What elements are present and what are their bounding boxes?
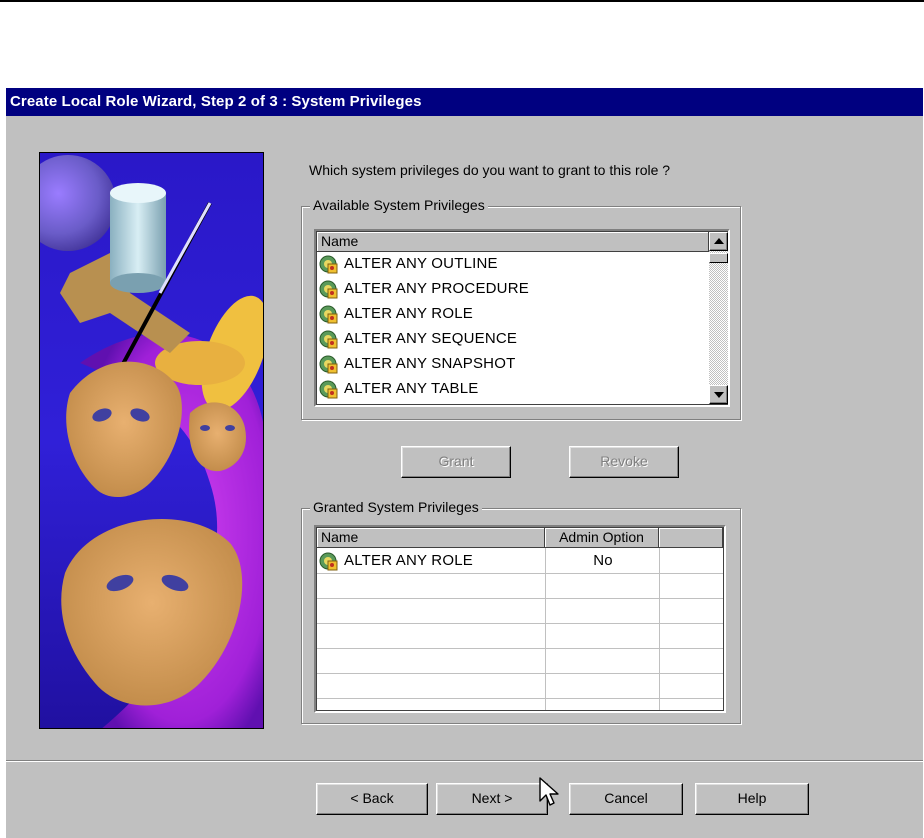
grant-button-label: Grant [438,453,474,469]
list-item[interactable]: ALTER ANY ROLE [319,301,704,326]
privilege-icon [319,255,338,274]
granted-privileges-group: Granted System Privileges Name Admin Opt… [301,499,741,724]
privilege-icon [319,552,338,571]
extra-column-header[interactable] [659,528,723,548]
revoke-button[interactable]: Revoke [569,446,679,478]
list-item-label: ALTER ANY OUTLINE [344,255,498,272]
list-item[interactable]: ALTER ANY SEQUENCE [319,326,704,351]
list-item[interactable]: ALTER ANY OUTLINE [319,251,704,276]
arrow-up-icon [714,238,724,244]
grid-line [317,573,723,574]
granted-privilege-name: ALTER ANY ROLE [344,552,473,569]
grid-line [317,623,723,624]
scroll-thumb[interactable] [709,253,728,263]
wizard-illustration-art [40,153,263,728]
list-item[interactable]: ALTER ANY TABLE [319,376,704,401]
top-rule [0,0,924,2]
next-button-label: Next > [471,790,513,806]
available-privileges-group: Available System Privileges Name ALTER A… [301,197,741,420]
list-item-label: ALTER ANY TABLE [344,380,479,397]
available-privileges-list[interactable]: Name ALTER ANY OUTLINE ALTER ANY PROCEDU… [314,229,730,407]
vertical-scrollbar[interactable] [709,232,728,404]
available-name-column-header[interactable]: Name [317,232,709,252]
grid-line [317,598,723,599]
footer-separator [6,760,923,762]
list-item-label: ALTER ANY SEQUENCE [344,330,518,347]
scroll-down-button[interactable] [709,385,728,404]
cancel-button-label: Cancel [604,790,648,806]
mouse-pointer-icon [539,777,559,806]
list-item-label: ALTER ANY ROLE [344,305,473,322]
wizard-illustration [39,152,264,729]
back-button-label: < Back [350,790,394,806]
scroll-up-button[interactable] [709,232,728,251]
arrow-down-icon [714,392,724,398]
granted-privileges-grid[interactable]: Name Admin Option ALTER ANY ROLE No [314,525,726,713]
list-item-label: ALTER ANY PROCEDURE [344,280,529,297]
cancel-button[interactable]: Cancel [569,783,683,815]
admin-option-column-header[interactable]: Admin Option [545,528,659,548]
granted-name-column-header[interactable]: Name [317,528,545,548]
next-button[interactable]: Next > [436,783,548,815]
available-privileges-label: Available System Privileges [310,197,488,213]
granted-privileges-label: Granted System Privileges [310,499,482,515]
privilege-icon [319,305,338,324]
grid-line [317,648,723,649]
table-row[interactable]: ALTER ANY ROLE No [319,548,719,573]
list-item-label: ALTER ANY SNAPSHOT [344,355,516,372]
privilege-icon [319,330,338,349]
privilege-icon [319,355,338,374]
privilege-icon [319,280,338,299]
grid-line [317,673,723,674]
back-button[interactable]: < Back [316,783,428,815]
privilege-icon [319,380,338,399]
admin-option-value[interactable]: No [546,548,660,573]
grant-button[interactable]: Grant [401,446,511,478]
list-item[interactable]: ALTER ANY SNAPSHOT [319,351,704,376]
wizard-dialog: Create Local Role Wizard, Step 2 of 3 : … [5,87,923,838]
revoke-button-label: Revoke [600,453,648,469]
help-button-label: Help [737,790,767,806]
question-text: Which system privileges do you want to g… [309,162,671,178]
help-button[interactable]: Help [695,783,809,815]
title-bar: Create Local Role Wizard, Step 2 of 3 : … [6,88,923,116]
list-item[interactable]: ALTER ANY PROCEDURE [319,276,704,301]
grid-line [317,698,723,699]
